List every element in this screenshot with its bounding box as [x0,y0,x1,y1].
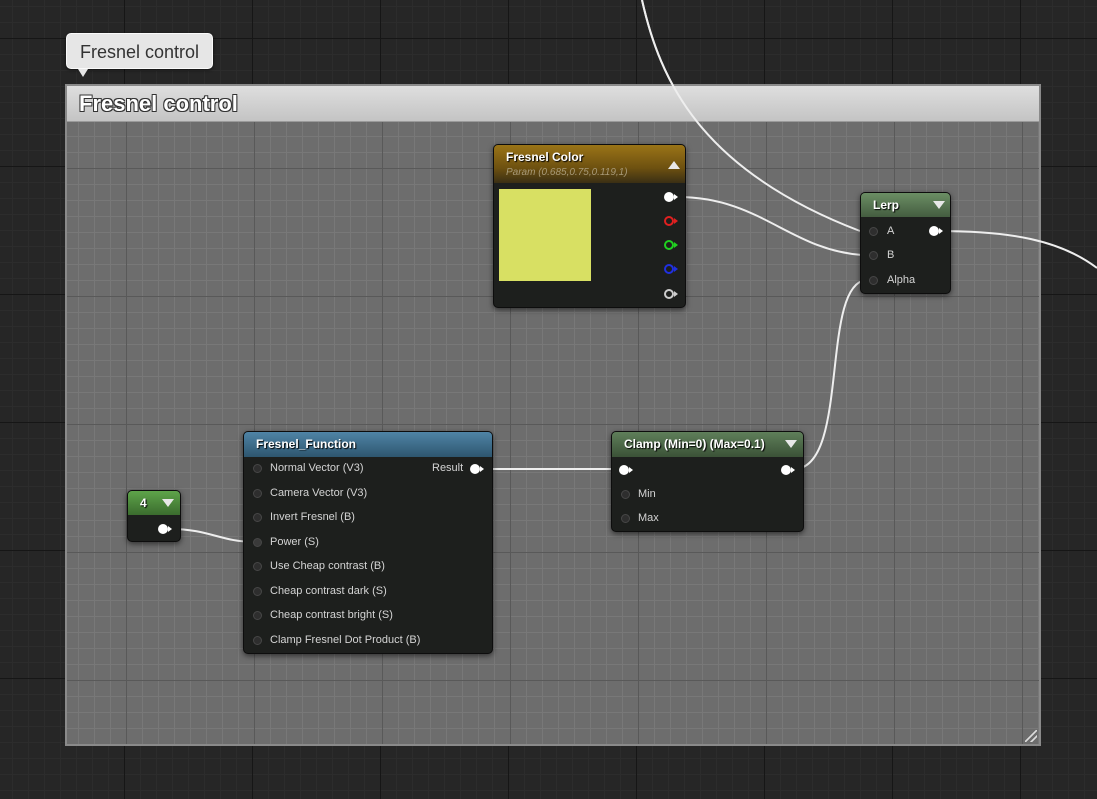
node-clamp[interactable]: Clamp (Min=0) (Max=0.1) Min Max [611,431,804,532]
output-pin-lerp[interactable] [929,225,943,237]
output-label-result: Result [432,462,464,474]
node-constant-value: 4 [140,496,147,510]
output-pin-a[interactable] [664,288,678,300]
wire-layer [169,0,1097,543]
input-label-power: Power (S) [270,536,319,548]
node-fresnel-color[interactable]: Fresnel Color Param (0.685,0.75,0.119,1) [493,144,686,308]
node-fresnel-color-title: Fresnel Color [506,150,584,164]
node-constant[interactable]: 4 [127,490,181,542]
input-pin-clamp-value[interactable] [619,464,633,476]
input-label-camera-vector: Camera Vector (V3) [270,487,368,499]
input-label-b: B [887,249,895,261]
input-label-use-cheap-contrast: Use Cheap contrast (B) [270,560,385,572]
input-pin-normal-vector[interactable] [253,464,262,473]
input-label-invert-fresnel: Invert Fresnel (B) [270,511,355,523]
input-pin-camera-vector[interactable] [253,489,262,498]
input-label-clamp-fresnel-dot: Clamp Fresnel Dot Product (B) [270,634,421,646]
input-pin-a[interactable] [869,227,878,236]
output-pin-result[interactable] [470,463,484,475]
node-fresnel-color-subtitle: Param (0.685,0.75,0.119,1) [506,167,628,178]
input-label-a: A [887,225,895,237]
input-pin-max[interactable] [621,514,630,523]
input-pin-cheap-contrast-bright[interactable] [253,611,262,620]
input-pin-invert-fresnel[interactable] [253,513,262,522]
node-fresnel-color-header[interactable]: Fresnel Color Param (0.685,0.75,0.119,1) [494,145,685,183]
input-pin-min[interactable] [621,490,630,499]
input-pin-cheap-contrast-dark[interactable] [253,587,262,596]
output-pin-clamp[interactable] [781,464,795,476]
input-pin-alpha[interactable] [869,276,878,285]
input-pin-power[interactable] [253,538,262,547]
output-pin-b[interactable] [664,263,678,275]
output-pin-g[interactable] [664,239,678,251]
node-lerp-header[interactable]: Lerp [861,193,950,217]
node-clamp-header[interactable]: Clamp (Min=0) (Max=0.1) [612,432,803,457]
node-clamp-title: Clamp (Min=0) (Max=0.1) [624,437,765,451]
input-label-max: Max [638,512,659,524]
expand-caret-icon[interactable] [785,440,797,448]
input-pin-clamp-fresnel-dot[interactable] [253,636,262,645]
node-fresnel-function-title: Fresnel_Function [256,437,357,451]
collapse-caret-icon[interactable] [668,161,680,169]
expand-caret-icon[interactable] [162,499,174,507]
node-lerp-title: Lerp [873,198,900,212]
wire-lerp-out [937,230,1097,269]
input-pin-b[interactable] [869,251,878,260]
input-label-min: Min [638,488,656,500]
input-label-alpha: Alpha [887,274,916,286]
node-lerp[interactable]: Lerp A B Alpha [860,192,951,294]
wire-color-to-lerp-b [677,196,863,256]
node-fresnel-function[interactable]: Fresnel_Function Normal Vector (V3) Came… [243,431,493,654]
input-pin-use-cheap-contrast[interactable] [253,562,262,571]
input-label-cheap-contrast-bright: Cheap contrast bright (S) [270,609,393,621]
output-pin-constant[interactable] [158,523,172,535]
output-pin-rgba[interactable] [664,191,678,203]
wire-clamp-to-lerp-alpha [793,279,867,470]
input-label-normal-vector: Normal Vector (V3) [270,462,364,474]
expand-caret-icon[interactable] [933,201,945,209]
node-constant-header[interactable]: 4 [128,491,180,515]
node-fresnel-function-header[interactable]: Fresnel_Function [244,432,492,457]
color-swatch [499,189,591,281]
input-label-cheap-contrast-dark: Cheap contrast dark (S) [270,585,387,597]
output-pin-r[interactable] [664,215,678,227]
